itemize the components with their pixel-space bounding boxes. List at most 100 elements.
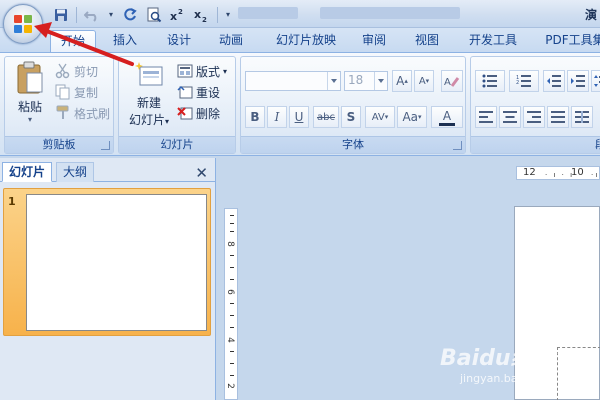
bullets-button[interactable]	[475, 70, 505, 92]
copy-button[interactable]: 复制	[55, 82, 98, 102]
ruler-ticks: · ı	[591, 171, 598, 179]
ruler-tick	[230, 315, 234, 316]
font-launcher-icon[interactable]	[453, 141, 462, 150]
close-pane-icon[interactable]: ✕	[195, 164, 208, 182]
ruler-label: 4	[224, 337, 235, 343]
tab-outline-pane[interactable]: 大纲	[56, 162, 95, 182]
distributed-button[interactable]	[571, 106, 593, 128]
line-spacing-button[interactable]	[591, 70, 600, 92]
undo-icon[interactable]	[81, 5, 103, 25]
clear-formatting-button[interactable]: A	[441, 70, 463, 92]
new-slide-dropdown-icon[interactable]: ▾	[165, 117, 169, 126]
change-case-icon: Aa	[402, 110, 419, 124]
tab-view[interactable]: 视图	[406, 30, 448, 52]
layout-dropdown-icon: ▾	[223, 66, 228, 76]
baidu-watermark: Baidu经验	[440, 346, 555, 371]
slides-group-label: 幻灯片	[119, 136, 235, 153]
ruler-tick	[230, 351, 234, 352]
scissors-icon	[55, 63, 71, 79]
subscript-icon[interactable]: x2	[191, 5, 213, 25]
tab-design[interactable]: 设计	[158, 30, 200, 52]
grow-font-icon: A	[396, 74, 405, 88]
save-icon[interactable]	[50, 5, 72, 25]
tab-developer[interactable]: 开发工具	[461, 30, 525, 52]
decrease-indent-button[interactable]	[543, 70, 565, 92]
new-slide-label-line1: 新建	[136, 96, 161, 110]
ruler-tick	[230, 375, 234, 376]
justify-button[interactable]	[547, 106, 569, 128]
shrink-font-button[interactable]: A ▾	[414, 70, 434, 92]
redo-icon[interactable]	[119, 5, 141, 25]
font-size-dropdown-icon[interactable]	[374, 72, 387, 90]
paste-icon	[17, 61, 43, 94]
slide-thumbnail[interactable]	[26, 194, 207, 331]
font-color-icon: A	[442, 108, 452, 123]
ruler-tick	[230, 327, 234, 328]
strikethrough-button[interactable]: abc	[313, 106, 339, 128]
delete-slide-icon	[177, 105, 193, 121]
office-button[interactable]	[3, 4, 43, 44]
paste-dropdown-icon[interactable]: ▾	[11, 115, 49, 124]
tab-insert[interactable]: 插入	[104, 30, 146, 52]
layout-button[interactable]: 版式 ▾	[177, 61, 227, 81]
numbering-button[interactable]: 12	[509, 70, 539, 92]
font-name-combo[interactable]	[245, 71, 341, 91]
character-spacing-button[interactable]: AV ▾	[365, 106, 395, 128]
delete-slide-label: 删除	[196, 106, 221, 121]
paste-button[interactable]: 粘贴 ▾	[11, 61, 49, 133]
new-slide-icon	[135, 62, 163, 86]
tab-review[interactable]: 审阅	[353, 30, 395, 52]
content-placeholder[interactable]	[557, 347, 600, 400]
cut-label: 剪切	[74, 64, 99, 79]
slide-thumbnail-item[interactable]: 1	[3, 188, 211, 336]
format-painter-button[interactable]: 格式刷	[55, 103, 110, 123]
ruler-tick	[230, 255, 234, 256]
font-name-dropdown-icon[interactable]	[327, 72, 340, 90]
font-size-combo[interactable]: 18	[344, 71, 388, 91]
ruler-tick	[230, 363, 234, 364]
new-slide-button[interactable]: 新建 幻灯片▾	[123, 61, 175, 133]
tab-pdf-tools[interactable]: PDF工具集	[540, 30, 600, 52]
ruler-tick	[230, 267, 234, 268]
print-preview-icon[interactable]	[143, 5, 165, 25]
tab-home[interactable]: 开始	[50, 30, 96, 52]
tab-animation[interactable]: 动画	[210, 30, 252, 52]
layout-icon	[177, 63, 193, 79]
reset-button[interactable]: 重设	[177, 82, 220, 102]
align-center-button[interactable]	[499, 106, 521, 128]
align-right-button[interactable]	[523, 106, 545, 128]
window-title: 演	[585, 8, 598, 22]
slide-number: 1	[8, 195, 16, 208]
svg-text:2: 2	[202, 16, 207, 22]
bullets-icon	[482, 74, 497, 88]
vertical-ruler: 8 6 4 2	[224, 208, 238, 400]
grow-font-button[interactable]: A ▴	[392, 70, 412, 92]
clipboard-launcher-icon[interactable]	[101, 141, 110, 150]
underline-button[interactable]: U	[289, 106, 309, 128]
increase-indent-button[interactable]	[567, 70, 589, 92]
horizontal-ruler: 12 · ı · ı 10 · ı	[516, 166, 600, 180]
character-spacing-icon: AV	[371, 111, 385, 123]
align-center-icon	[503, 111, 517, 123]
slides-pane: 幻灯片 大纲 ✕ 1	[0, 158, 216, 400]
ruler-tick	[230, 215, 234, 216]
customize-qat-icon[interactable]: ▾	[222, 6, 234, 24]
delete-slide-button[interactable]: 删除	[177, 103, 220, 123]
reset-label: 重设	[196, 85, 221, 100]
undo-dropdown-icon[interactable]: ▾	[105, 6, 117, 24]
tab-slideshow[interactable]: 幻灯片放映	[266, 30, 346, 52]
font-color-button[interactable]: A	[431, 106, 463, 128]
clipboard-group: 粘贴 ▾ 剪切 复制 格式刷 剪贴板	[4, 56, 114, 154]
change-case-button[interactable]: Aa ▾	[397, 106, 427, 128]
line-spacing-icon	[594, 75, 600, 87]
superscript-icon[interactable]: x2	[167, 5, 189, 25]
font-size-value: 18	[348, 73, 364, 87]
bold-button[interactable]: B	[245, 106, 265, 128]
italic-button[interactable]: I	[267, 106, 287, 128]
align-left-button[interactable]	[475, 106, 497, 128]
svg-text:2: 2	[178, 8, 183, 16]
tab-slides-pane[interactable]: 幻灯片	[2, 162, 53, 182]
numbering-icon: 12	[516, 75, 531, 87]
text-shadow-button[interactable]: S	[341, 106, 361, 128]
cut-button[interactable]: 剪切	[55, 61, 98, 81]
